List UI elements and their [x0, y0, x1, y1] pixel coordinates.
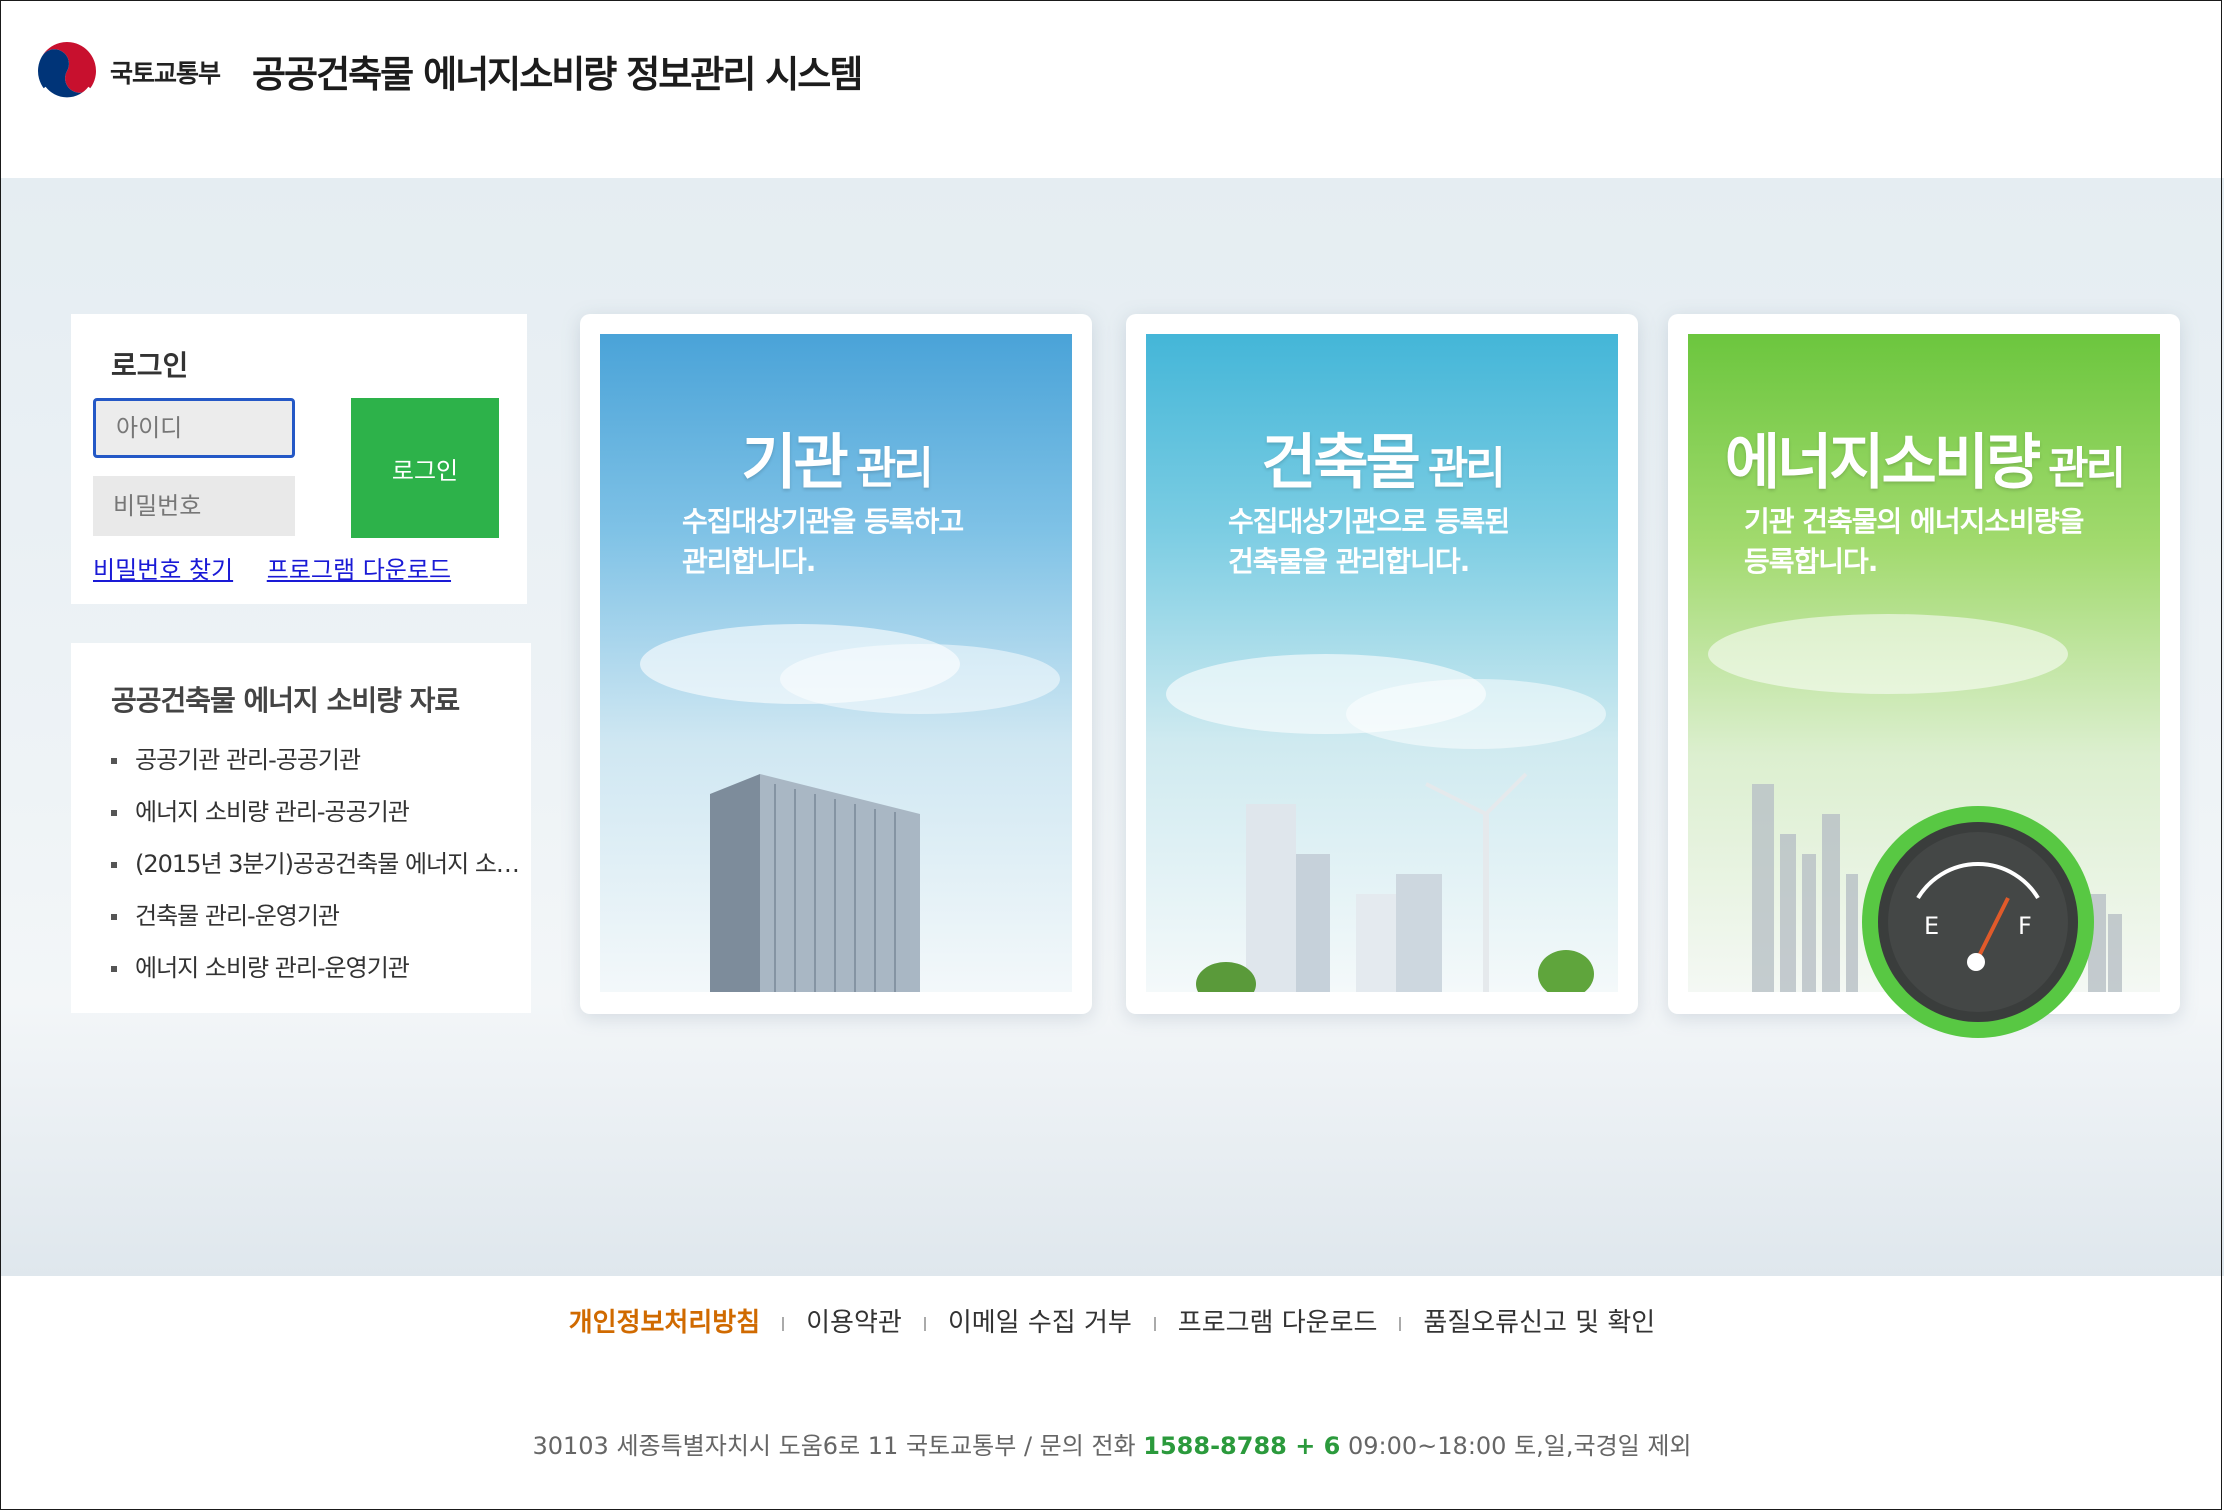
footer: 개인정보처리방침 이용약관 이메일 수집 거부 프로그램 다운로드 품질오류신고 및 확…: [0, 1276, 2224, 1510]
main-area: 로그인 로그인 비밀번호 찾기 프로그램 다운로드 공공건축물 에너지 소비량 …: [0, 178, 2224, 1276]
energy-management-card[interactable]: 에너지소비량 관리 기관 건축물의 에너지소비량을 등록합니다. E F: [1668, 314, 2180, 1038]
bullet-icon: [111, 966, 117, 972]
list-item[interactable]: 공공기관 관리-공공기관: [111, 745, 531, 797]
city-wind-turbine-icon: [1166, 654, 1606, 992]
system-title: 공공건축물 에너지소비량 정보관리 시스템: [252, 53, 863, 96]
resources-title: 공공건축물 에너지 소비량 자료: [111, 684, 460, 717]
program-download-footer-link[interactable]: 프로그램 다운로드: [1178, 1308, 1378, 1338]
find-password-link[interactable]: 비밀번호 찾기: [93, 556, 233, 584]
bullet-icon: [111, 810, 117, 816]
login-button[interactable]: 로그인: [351, 398, 499, 538]
login-panel: 로그인 로그인 비밀번호 찾기 프로그램 다운로드: [71, 314, 527, 604]
header: 국토교통부 공공건축물 에너지소비량 정보관리 시스템: [0, 0, 2224, 178]
list-item[interactable]: 에너지 소비량 관리-공공기관: [111, 797, 531, 849]
phone-number: 1588-8788 + 6: [1143, 1432, 1341, 1460]
footer-nav: 개인정보처리방침 이용약관 이메일 수집 거부 프로그램 다운로드 품질오류신고 및 확…: [0, 1302, 2224, 1339]
bullet-icon: [111, 862, 117, 868]
user-id-input[interactable]: [93, 398, 295, 458]
login-links: 비밀번호 찾기 프로그램 다운로드: [93, 550, 477, 585]
privacy-policy-link[interactable]: 개인정보처리방침: [569, 1308, 760, 1338]
fuel-gauge-icon: E F: [1862, 806, 2094, 1038]
office-building-icon: [640, 624, 1060, 992]
list-item[interactable]: (2015년 3분기)공공건축물 에너지 소…: [111, 849, 531, 901]
login-title: 로그인: [111, 349, 189, 382]
list-item[interactable]: 건축물 관리-운영기관: [111, 901, 531, 953]
divider: [1153, 1316, 1156, 1331]
card-image: 기관 관리 수집대상기관을 등록하고 관리합니다.: [600, 334, 1072, 992]
card-image: 건축물 관리 수집대상기관으로 등록된 건축물을 관리합니다.: [1146, 334, 1618, 992]
building-management-card[interactable]: 건축물 관리 수집대상기관으로 등록된 건축물을 관리합니다.: [1126, 314, 1638, 1014]
email-refusal-link[interactable]: 이메일 수집 거부: [948, 1308, 1132, 1338]
resources-list: 공공기관 관리-공공기관 에너지 소비량 관리-공공기관 (2015년 3분기)…: [111, 745, 531, 1005]
institution-management-card[interactable]: 기관 관리 수집대상기관을 등록하고 관리합니다.: [580, 314, 1092, 1014]
taegeuk-logo-icon: [37, 41, 97, 102]
gauge-full-label: F: [2018, 912, 2032, 940]
list-item[interactable]: 에너지 소비량 관리-운영기관: [111, 953, 531, 1005]
address-text: 30103 세종특별자치시 도움6로 11 국토교통부 / 문의 전화: [532, 1432, 1136, 1460]
resources-panel: 공공건축물 에너지 소비량 자료 공공기관 관리-공공기관 에너지 소비량 관리…: [71, 643, 531, 1013]
divider: [923, 1316, 926, 1331]
bullet-icon: [111, 914, 117, 920]
business-hours: 09:00~18:00 토,일,국경일 제외: [1348, 1432, 1692, 1460]
divider: [1399, 1316, 1402, 1331]
terms-link[interactable]: 이용약관: [806, 1308, 902, 1338]
quality-report-link[interactable]: 품질오류신고 및 확인: [1423, 1308, 1655, 1338]
footer-address: 30103 세종특별자치시 도움6로 11 국토교통부 / 문의 전화 1588…: [0, 1426, 2224, 1461]
gauge-empty-label: E: [1924, 912, 1939, 940]
ministry-name: 국토교통부: [110, 59, 221, 88]
program-download-link[interactable]: 프로그램 다운로드: [267, 556, 451, 584]
password-input[interactable]: [93, 476, 295, 536]
bullet-icon: [111, 758, 117, 764]
divider: [782, 1316, 785, 1331]
